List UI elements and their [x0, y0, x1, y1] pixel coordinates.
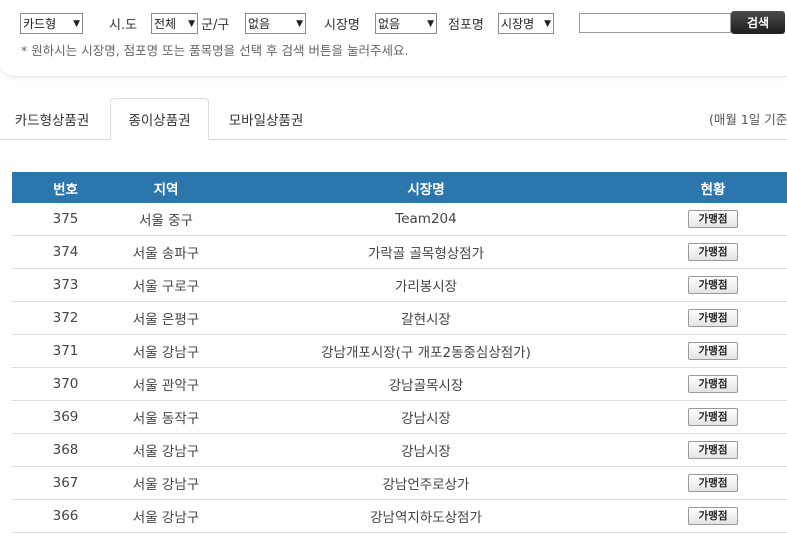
cell-market-name: 강남시장: [213, 400, 639, 434]
card-type-select[interactable]: 카드형 ▼: [20, 13, 83, 34]
cell-number: 370: [12, 367, 119, 401]
tab-mobile-voucher[interactable]: 모바일상품권: [214, 98, 318, 139]
chevron-down-icon: ▼: [427, 18, 434, 29]
search-hint: * 원하시는 시장명, 점포명 또는 품목명을 선택 후 검색 버튼을 눌러주세…: [21, 43, 409, 58]
chevron-down-icon: ▼: [188, 18, 195, 29]
store-list-button[interactable]: 가맹점: [688, 474, 738, 492]
cell-region: 서울 강남구: [119, 433, 213, 467]
store-list-button[interactable]: 가맹점: [688, 441, 738, 459]
table-row: 366 서울 강남구 강남역지하도상점가 가맹점: [12, 499, 787, 533]
cell-region: 서울 관악구: [119, 367, 213, 401]
market-table: 번호 지역 시장명 현황 375 서울 중구 Team204 가맹점 374 서…: [12, 172, 787, 533]
store-list-button[interactable]: 가맹점: [688, 507, 738, 525]
sido-label: 시.도: [109, 18, 138, 33]
cell-number: 367: [12, 466, 119, 500]
cell-market-name: 강남개포시장(구 개포2동중심상점가): [213, 334, 639, 368]
search-panel: 카드형 ▼ 시.도 전체 ▼ 군/구 없음 ▼ 시장명 없음 ▼ 점포명 시장명…: [0, 0, 787, 77]
table-row: 370 서울 관악구 강남골목시장 가맹점: [12, 367, 787, 401]
store-list-button[interactable]: 가맹점: [688, 375, 738, 393]
sido-select[interactable]: 전체 ▼: [151, 13, 198, 34]
table-row: 371 서울 강남구 강남개포시장(구 개포2동중심상점가) 가맹점: [12, 334, 787, 368]
cell-market-name: 가리봉시장: [213, 268, 639, 302]
sido-value: 전체: [154, 17, 177, 31]
header-region: 지역: [119, 172, 213, 203]
cell-status: 가맹점: [639, 334, 787, 368]
store-list-button[interactable]: 가맹점: [688, 243, 738, 261]
table-row: 373 서울 구로구 가리봉시장 가맹점: [12, 268, 787, 302]
cell-status: 가맹점: [639, 499, 787, 533]
cell-number: 375: [12, 203, 119, 236]
table-header-row: 번호 지역 시장명 현황: [12, 172, 787, 203]
cell-region: 서울 동작구: [119, 400, 213, 434]
tab-card-voucher[interactable]: 카드형상품권: [0, 98, 104, 139]
cell-region: 서울 구로구: [119, 268, 213, 302]
card-type-value: 카드형: [23, 17, 57, 31]
chevron-down-icon: ▼: [296, 18, 303, 29]
store-list-button[interactable]: 가맹점: [688, 342, 738, 360]
table-row: 369 서울 동작구 강남시장 가맹점: [12, 400, 787, 434]
cell-status: 가맹점: [639, 235, 787, 269]
cell-market-name: 강남시장: [213, 433, 639, 467]
cell-region: 서울 강남구: [119, 499, 213, 533]
store-list-button[interactable]: 가맹점: [688, 309, 738, 327]
table-row: 368 서울 강남구 강남시장 가맹점: [12, 433, 787, 467]
gugun-label: 군/구: [201, 18, 230, 33]
cell-status: 가맹점: [639, 466, 787, 500]
cell-number: 366: [12, 499, 119, 533]
header-status: 현황: [639, 172, 787, 203]
cell-region: 서울 강남구: [119, 466, 213, 500]
cell-region: 서울 은평구: [119, 301, 213, 335]
tab-paper-voucher[interactable]: 종이상품권: [110, 98, 209, 140]
cell-region: 서울 송파구: [119, 235, 213, 269]
market-value: 없음: [378, 17, 401, 31]
cell-market-name: 강남역지하도상점가: [213, 499, 639, 533]
cell-number: 372: [12, 301, 119, 335]
header-number: 번호: [12, 172, 119, 203]
table-row: 375 서울 중구 Team204 가맹점: [12, 203, 787, 236]
search-button[interactable]: 검색: [731, 11, 785, 34]
cell-status: 가맹점: [639, 367, 787, 401]
gugun-select[interactable]: 없음 ▼: [245, 13, 306, 34]
cell-number: 368: [12, 433, 119, 467]
cell-market-name: 갈현시장: [213, 301, 639, 335]
cell-status: 가맹점: [639, 268, 787, 302]
store-list-button[interactable]: 가맹점: [688, 408, 738, 426]
cell-number: 369: [12, 400, 119, 434]
store-label: 점포명: [448, 18, 484, 33]
cell-status: 가맹점: [639, 301, 787, 335]
cell-status: 가맹점: [639, 203, 787, 236]
header-market-name: 시장명: [213, 172, 639, 203]
market-label: 시장명: [324, 18, 360, 33]
cell-region: 서울 강남구: [119, 334, 213, 368]
cell-status: 가맹점: [639, 433, 787, 467]
cell-market-name: 강남골목시장: [213, 367, 639, 401]
chevron-down-icon: ▼: [73, 18, 80, 29]
update-notice: (매월 1일 기준: [709, 112, 787, 127]
table-row: 374 서울 송파구 가락골 골목형상점가 가맹점: [12, 235, 787, 269]
table-row: 367 서울 강남구 강남언주로상가 가맹점: [12, 466, 787, 500]
cell-market-name: Team204: [213, 203, 639, 236]
cell-number: 374: [12, 235, 119, 269]
cell-market-name: 강남언주로상가: [213, 466, 639, 500]
cell-region: 서울 중구: [119, 203, 213, 236]
store-list-button[interactable]: 가맹점: [688, 210, 738, 228]
store-value: 시장명: [501, 17, 535, 31]
store-select[interactable]: 시장명 ▼: [498, 13, 554, 34]
cell-status: 가맹점: [639, 400, 787, 434]
store-list-button[interactable]: 가맹점: [688, 276, 738, 294]
gugun-value: 없음: [248, 17, 271, 31]
cell-market-name: 가락골 골목형상점가: [213, 235, 639, 269]
search-input[interactable]: [579, 13, 731, 33]
cell-number: 371: [12, 334, 119, 368]
cell-number: 373: [12, 268, 119, 302]
market-select[interactable]: 없음 ▼: [375, 13, 437, 34]
table-row: 372 서울 은평구 갈현시장 가맹점: [12, 301, 787, 335]
chevron-down-icon: ▼: [544, 18, 551, 29]
